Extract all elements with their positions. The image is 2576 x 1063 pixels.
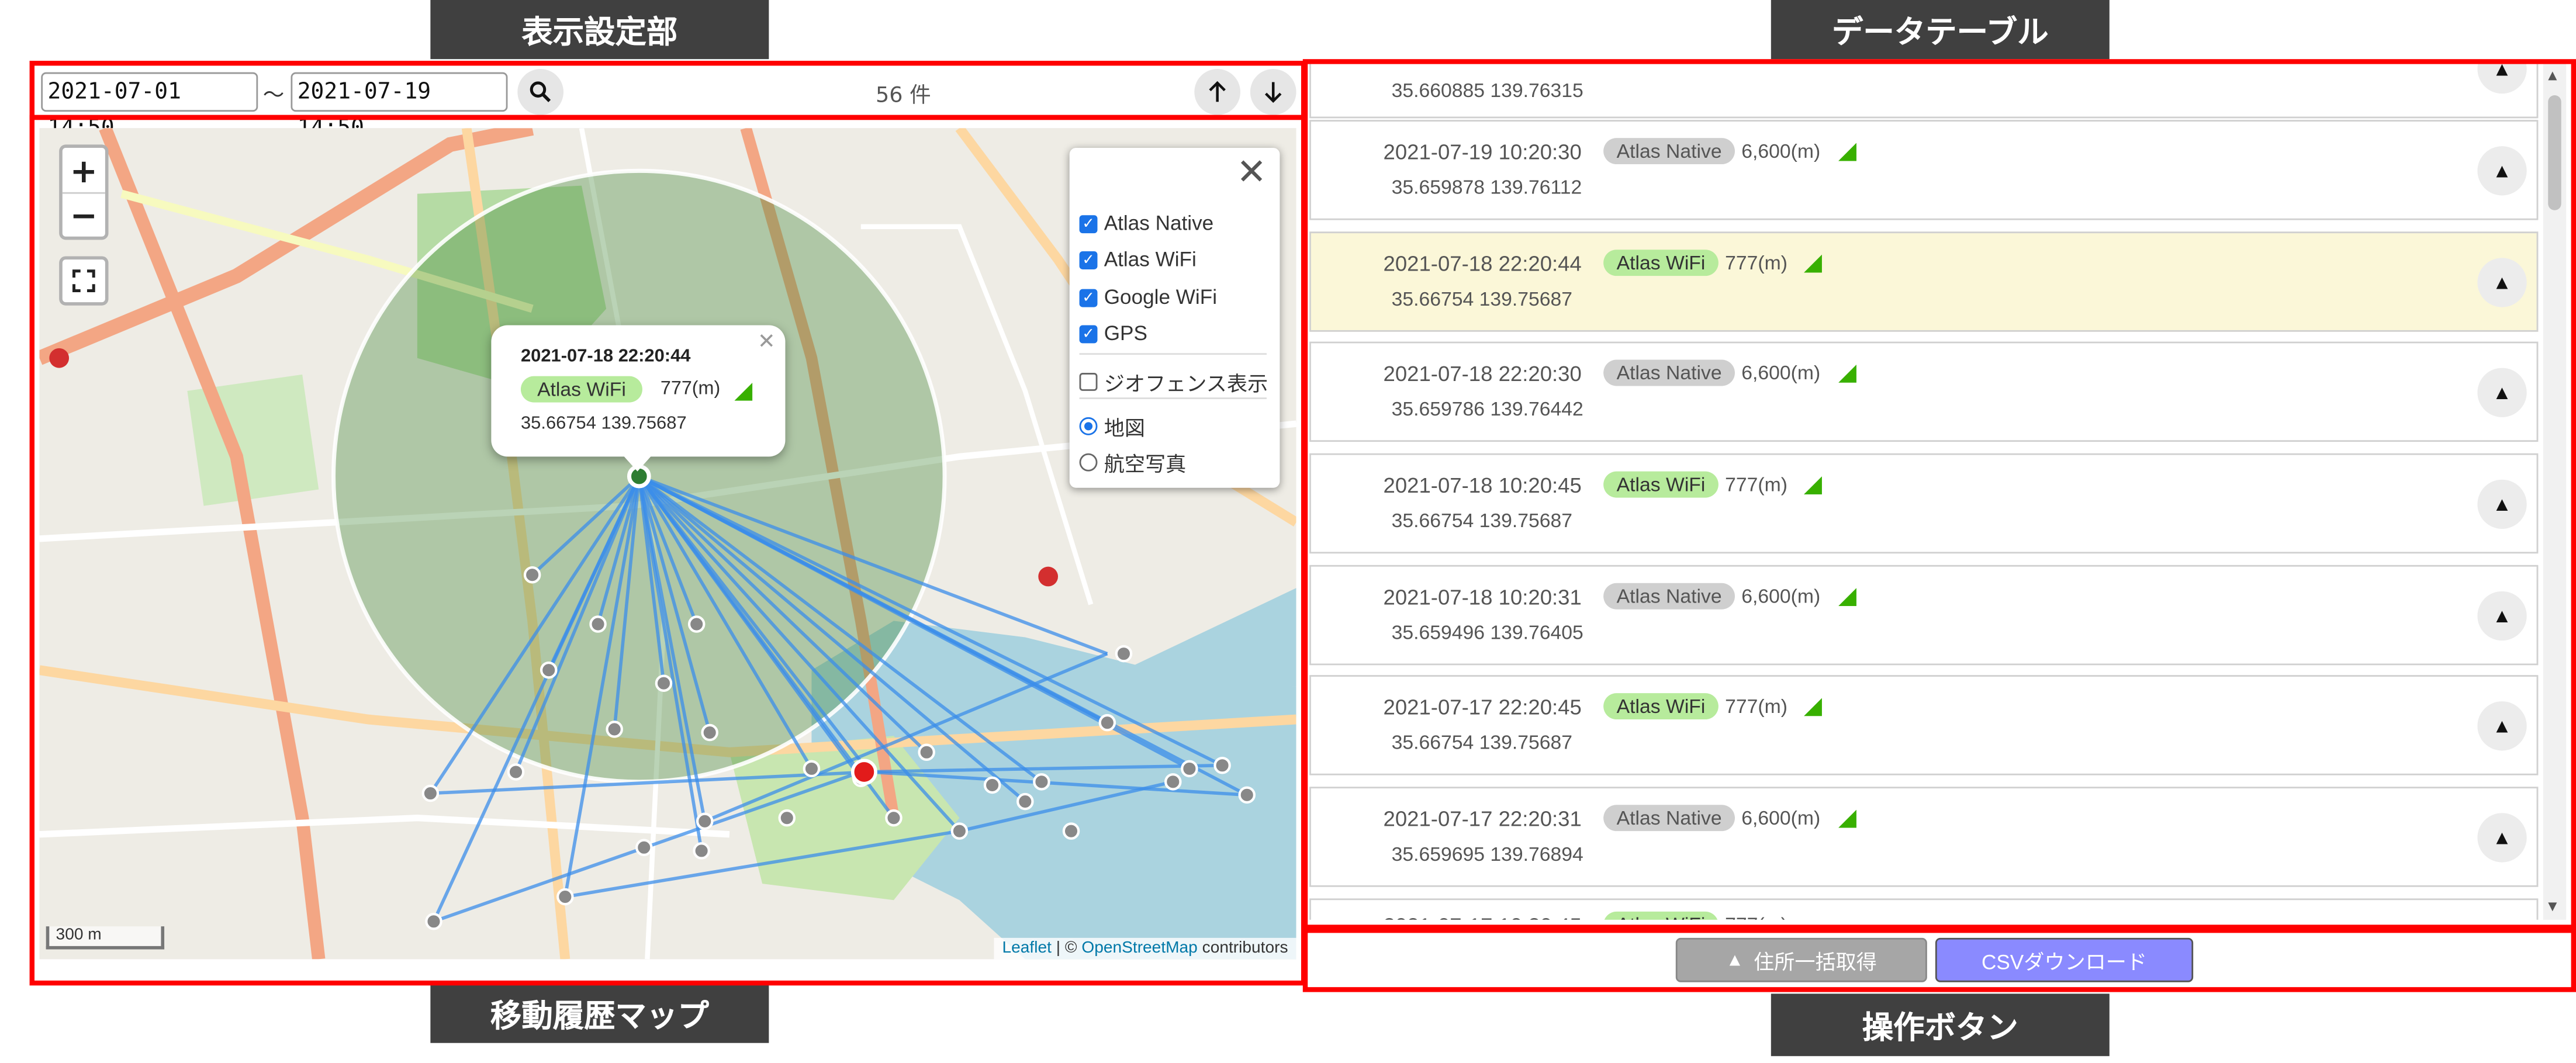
label-map: 移動履歴マップ [430,984,769,1043]
label-action-buttons: 操作ボタン [1771,993,2110,1057]
annotated-screenshot: 表示設定部 データテーブル 移動履歴マップ 操作ボタン 2021-07-01 1… [0,0,2576,1063]
label-data-table: データテーブル [1771,0,2110,60]
label-display-settings: 表示設定部 [430,0,769,60]
highlight-map [29,115,1306,986]
highlight-display-settings [29,60,1306,120]
highlight-action-buttons [1302,925,2576,992]
highlight-data-table [1302,59,2576,933]
